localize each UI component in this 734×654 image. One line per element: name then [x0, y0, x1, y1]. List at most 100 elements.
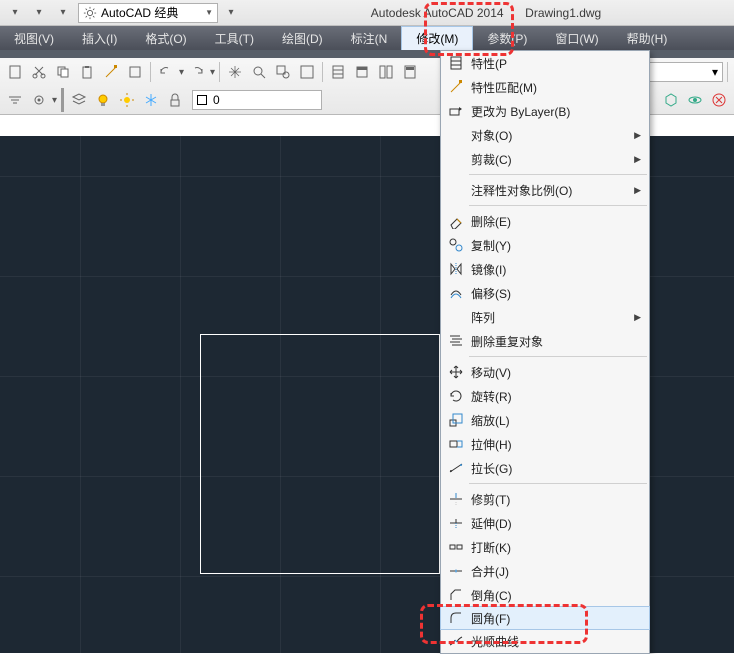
drawn-rectangle[interactable]: [200, 334, 440, 574]
layer-selector[interactable]: 0: [192, 90, 322, 110]
menu-item-blend-icon[interactable]: 光顺曲线: [441, 629, 649, 653]
menu-item-rotate-icon[interactable]: 旋转(R): [441, 384, 649, 408]
menu-item-label: 拉伸(H): [471, 436, 512, 453]
menu-item-label: 更改为 ByLayer(B): [471, 103, 570, 120]
menu-item-注释性对象比例(O)[interactable]: 注释性对象比例(O)▶: [441, 178, 649, 202]
menu-item-join-icon[interactable]: 合并(J): [441, 559, 649, 583]
pan-icon[interactable]: [224, 61, 246, 83]
menu-item-label: 注释性对象比例(O): [471, 182, 572, 199]
menu-item-label: 倒角(C): [471, 587, 512, 604]
menu-item-label: 移动(V): [471, 364, 511, 381]
menu-item-label: 修剪(T): [471, 491, 510, 508]
blank-icon: [447, 308, 465, 326]
menu-item-move-icon[interactable]: 移动(V): [441, 360, 649, 384]
menu-draw[interactable]: 绘图(D): [268, 26, 337, 50]
menu-item-stretch-icon[interactable]: 拉伸(H): [441, 432, 649, 456]
orbit-icon[interactable]: [684, 89, 706, 111]
menu-item-label: 删除重复对象: [471, 333, 543, 350]
redo-icon[interactable]: [186, 61, 208, 83]
menu-format[interactable]: 格式(O): [131, 26, 200, 50]
menu-item-label: 特性匹配(M): [471, 79, 537, 96]
calculator-icon[interactable]: [399, 61, 421, 83]
menu-dimension[interactable]: 标注(N: [337, 26, 402, 50]
menu-help[interactable]: 帮助(H): [613, 26, 682, 50]
qat-btn[interactable]: ▾: [28, 2, 50, 24]
close-view-icon[interactable]: [708, 89, 730, 111]
menu-item-erase-icon[interactable]: 删除(E): [441, 209, 649, 233]
menu-item-lengthen-icon[interactable]: 拉长(G): [441, 456, 649, 480]
new-icon[interactable]: [4, 61, 26, 83]
menu-item-overkill-icon[interactable]: 删除重复对象: [441, 329, 649, 353]
sun-icon[interactable]: [116, 89, 138, 111]
zoom-all-icon[interactable]: [296, 61, 318, 83]
menu-item-label: 偏移(S): [471, 285, 511, 302]
menu-item-label: 阵列: [471, 309, 495, 326]
sheet-icon[interactable]: [351, 61, 373, 83]
menu-item-break-icon[interactable]: 打断(K): [441, 535, 649, 559]
menu-item-trim-icon[interactable]: 修剪(T): [441, 487, 649, 511]
menu-item-properties-icon[interactable]: 特性(P: [441, 51, 649, 75]
offset-icon: [447, 284, 465, 302]
erase-icon: [447, 212, 465, 230]
properties-icon[interactable]: [327, 61, 349, 83]
redo-dropdown[interactable]: ▾: [210, 67, 215, 78]
view-cube-icon[interactable]: [660, 89, 682, 111]
menu-item-对象(O)[interactable]: 对象(O)▶: [441, 123, 649, 147]
settings-icon[interactable]: [28, 89, 50, 111]
menu-item-chamfer-icon[interactable]: 倒角(C): [441, 583, 649, 607]
document-title: Drawing1.dwg: [525, 6, 601, 20]
modify-menu-dropdown: 特性(P 特性匹配(M) 更改为 ByLayer(B) 对象(O)▶剪裁(C)▶ 注释性…: [440, 50, 650, 654]
menu-tools[interactable]: 工具(T): [201, 26, 268, 50]
chevron-down-icon: ▼: [205, 8, 213, 17]
copy-icon[interactable]: [52, 61, 74, 83]
matchprop-icon[interactable]: [100, 61, 122, 83]
paste-icon[interactable]: [76, 61, 98, 83]
scale-icon: [447, 411, 465, 429]
lock-icon[interactable]: [164, 89, 186, 111]
blank-icon: [447, 150, 465, 168]
tool-palette-icon[interactable]: [375, 61, 397, 83]
bylayer-icon: [447, 102, 465, 120]
menu-item-label: 删除(E): [471, 213, 511, 230]
menu-view[interactable]: 视图(V): [0, 26, 68, 50]
menu-modify[interactable]: 修改(M): [401, 26, 473, 50]
menu-parametric[interactable]: 参数(P): [473, 26, 541, 50]
menu-item-offset-icon[interactable]: 偏移(S): [441, 281, 649, 305]
menu-item-match-prop-icon[interactable]: 特性匹配(M): [441, 75, 649, 99]
blank-icon: [447, 181, 465, 199]
workspace-selector[interactable]: AutoCAD 经典 ▼: [78, 3, 218, 23]
menu-item-label: 剪裁(C): [471, 151, 512, 168]
menu-item-extend-icon[interactable]: 延伸(D): [441, 511, 649, 535]
menu-item-label: 缩放(L): [471, 412, 510, 429]
menu-item-fillet-icon[interactable]: 圆角(F): [440, 606, 650, 630]
menu-item-copy-icon[interactable]: 复制(Y): [441, 233, 649, 257]
menu-item-scale-icon[interactable]: 缩放(L): [441, 408, 649, 432]
block-icon[interactable]: [124, 61, 146, 83]
layer-color-swatch: [197, 95, 207, 105]
menu-window[interactable]: 窗口(W): [541, 26, 612, 50]
menu-item-mirror-icon[interactable]: 镜像(I): [441, 257, 649, 281]
undo-dropdown[interactable]: ▾: [179, 67, 184, 78]
bulb-icon[interactable]: [92, 89, 114, 111]
mirror-icon: [447, 260, 465, 278]
cut-icon[interactable]: [28, 61, 50, 83]
layer-props-icon[interactable]: [68, 89, 90, 111]
gear-icon: [83, 6, 101, 20]
qselect-icon[interactable]: [4, 89, 26, 111]
menu-item-剪裁(C)[interactable]: 剪裁(C)▶: [441, 147, 649, 171]
lengthen-icon: [447, 459, 465, 477]
zoom-icon[interactable]: [248, 61, 270, 83]
workspace-menu-button[interactable]: ▾: [220, 2, 242, 24]
undo-icon[interactable]: [155, 61, 177, 83]
title-bar: ▾ ▾ ▾ AutoCAD 经典 ▼ ▾ Autodesk AutoCAD 20…: [0, 0, 734, 26]
snowflake-icon[interactable]: [140, 89, 162, 111]
zoom-window-icon[interactable]: [272, 61, 294, 83]
menu-item-label: 拉长(G): [471, 460, 512, 477]
menu-item-阵列[interactable]: 阵列▶: [441, 305, 649, 329]
qat-btn[interactable]: ▾: [4, 2, 26, 24]
menu-item-label: 镜像(I): [471, 261, 506, 278]
menu-item-label: 光顺曲线: [471, 633, 519, 650]
qat-btn[interactable]: ▾: [52, 2, 74, 24]
menu-insert[interactable]: 插入(I): [68, 26, 131, 50]
menu-item-bylayer-icon[interactable]: 更改为 ByLayer(B): [441, 99, 649, 123]
